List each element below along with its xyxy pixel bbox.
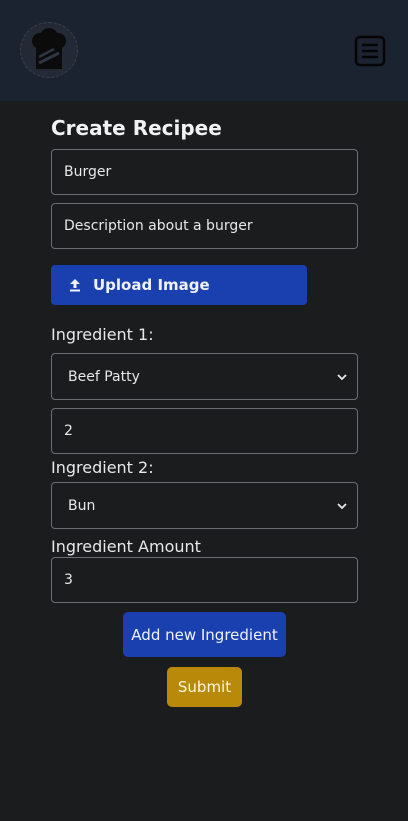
ingredient-amount-label: Ingredient Amount (51, 537, 201, 556)
recipe-name-value: Burger (64, 164, 112, 180)
ingredient-1-label: Ingredient 1: (51, 325, 154, 344)
upload-image-label: Upload Image (93, 276, 210, 294)
app-header (0, 0, 408, 101)
chevron-down-icon (337, 498, 347, 514)
ingredient-2-label: Ingredient 2: (51, 458, 154, 477)
page-title: Create Recipee (51, 116, 222, 140)
ingredient-1-selected: Beef Patty (68, 368, 140, 385)
ingredient-1-select[interactable]: Beef Patty (51, 353, 358, 400)
upload-arrow-icon (69, 278, 81, 292)
ingredient-2-amount-input[interactable]: 3 (51, 557, 358, 603)
ingredient-1-amount-value: 2 (64, 423, 73, 439)
recipe-name-input[interactable]: Burger (51, 149, 358, 195)
submit-button[interactable]: Submit (167, 667, 242, 707)
recipe-description-input[interactable]: Description about a burger (51, 203, 358, 249)
upload-image-button[interactable]: Upload Image (51, 265, 307, 305)
recipe-description-value: Description about a burger (64, 218, 253, 234)
ingredient-1-amount-input[interactable]: 2 (51, 408, 358, 454)
ingredient-2-amount-value: 3 (64, 572, 73, 588)
ingredient-2-selected: Bun (68, 497, 96, 514)
hamburger-menu-icon[interactable] (354, 35, 386, 67)
chevron-down-icon (337, 369, 347, 385)
add-ingredient-button[interactable]: Add new Ingredient (123, 612, 286, 657)
chef-hat-logo-icon[interactable] (20, 22, 78, 78)
ingredient-2-select[interactable]: Bun (51, 482, 358, 529)
